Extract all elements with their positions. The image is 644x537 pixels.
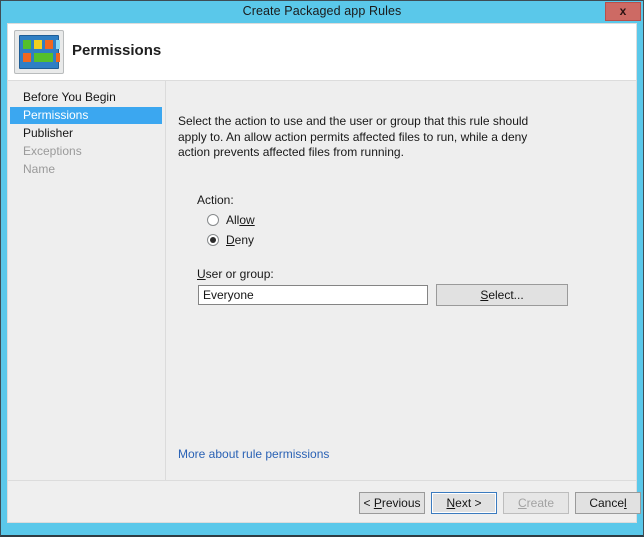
intro-text: Select the action to use and the user or… <box>178 114 530 161</box>
page-title: Permissions <box>72 42 161 59</box>
dialog-footer: < Previous Next > Create Cancel <box>8 480 636 522</box>
cancel-button[interactable]: Cancel <box>575 492 641 514</box>
icon-tile-green-2 <box>34 53 53 62</box>
create-button: Create <box>503 492 569 514</box>
icon-tile-orange-1 <box>45 40 53 49</box>
action-label: Action: <box>197 193 234 207</box>
radio-allow-label: Allow <box>226 212 255 228</box>
sidebar-item-publisher[interactable]: Publisher <box>10 125 162 142</box>
sidebar-item-name: Name <box>10 161 162 178</box>
sidebar-item-permissions[interactable]: Permissions <box>10 107 162 124</box>
select-button[interactable]: Select... <box>436 284 568 306</box>
window-title: Create Packaged app Rules <box>1 4 643 18</box>
icon-tile-lightblue <box>56 40 60 49</box>
sidebar-item-exceptions: Exceptions <box>10 143 162 160</box>
title-bar[interactable]: Create Packaged app Rules x <box>1 1 643 23</box>
next-button[interactable]: Next > <box>431 492 497 514</box>
packaged-app-rules-icon <box>14 30 64 74</box>
icon-tile-yellow <box>34 40 42 49</box>
create-packaged-app-rules-window: Create Packaged app Rules x Permissions <box>0 0 644 537</box>
previous-button[interactable]: < Previous <box>359 492 425 514</box>
sidebar-item-before-you-begin[interactable]: Before You Begin <box>10 89 162 106</box>
radio-deny-indicator[interactable] <box>207 234 219 246</box>
user-or-group-input[interactable] <box>198 285 428 305</box>
user-or-group-label: User or group: <box>197 267 274 281</box>
wizard-steps-sidebar: Before You Begin Permissions Publisher E… <box>8 81 166 483</box>
more-about-rule-permissions-link[interactable]: More about rule permissions <box>178 447 329 461</box>
main-area: Before You Begin Permissions Publisher E… <box>8 80 636 483</box>
content-pane: Select the action to use and the user or… <box>166 81 636 483</box>
icon-screen-graphic <box>19 35 59 69</box>
radio-allow-indicator[interactable] <box>207 214 219 226</box>
wizard-header: Permissions <box>8 24 636 80</box>
icon-tile-orange-3 <box>56 53 60 62</box>
close-icon[interactable]: x <box>605 2 641 21</box>
radio-deny-label: Deny <box>226 232 254 248</box>
dialog-body: Permissions Before You Begin Permissions… <box>7 23 637 523</box>
icon-tile-orange-2 <box>23 53 31 62</box>
icon-tile-green-1 <box>23 40 31 49</box>
